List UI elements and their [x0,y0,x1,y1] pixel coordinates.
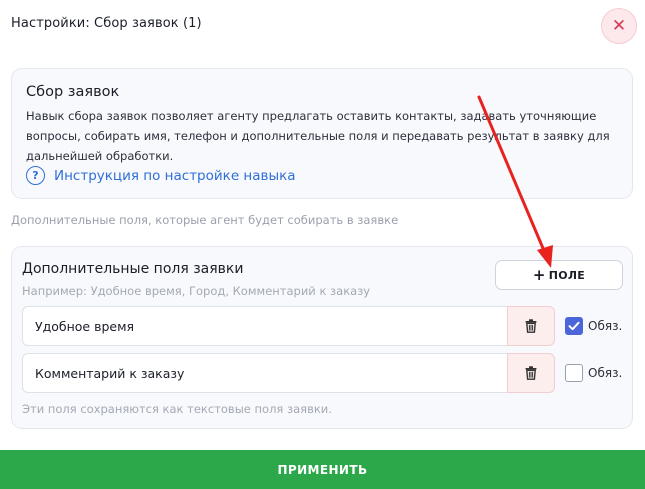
field-row: Удобное время Обяз. [22,306,634,346]
fields-title: Дополнительные поля заявки [22,261,244,277]
required-label: Обяз. [588,366,623,380]
skill-title: Сбор заявок [26,84,120,100]
guide-link-label: Инструкция по настройке навыка [54,167,296,184]
required-label: Обяз. [588,319,623,333]
checkmark-icon [568,321,580,331]
field-input[interactable]: Комментарий к заказу [22,353,508,393]
trash-icon [525,366,537,380]
trash-icon [525,319,537,333]
add-field-button[interactable]: + ПОЛЕ [495,260,623,290]
help-circle-icon: ? [26,166,45,185]
skill-description: Навык сбора заявок позволяет агенту пред… [26,109,610,163]
delete-field-button[interactable] [507,306,555,346]
guide-link[interactable]: ? Инструкция по настройке навыка [26,166,296,185]
extra-fields-card: Дополнительные поля заявки Например: Удо… [11,246,633,429]
field-row: Комментарий к заказу Обяз. [22,353,634,393]
required-toggle[interactable]: Обяз. [565,317,622,335]
delete-field-button[interactable] [507,353,555,393]
dialog-header: Настройки: Сбор заявок (1) ✕ [0,0,645,52]
skill-info-card: Сбор заявок Навык сбора заявок позволяет… [11,68,633,199]
close-button[interactable]: ✕ [601,8,637,44]
plus-icon: + [532,266,546,284]
field-input[interactable]: Удобное время [22,306,508,346]
required-toggle[interactable]: Обяз. [565,364,622,382]
fields-example: Например: Удобное время, Город, Коммента… [22,284,371,298]
required-checkbox[interactable] [565,317,583,335]
fields-hint: Дополнительные поля, которые агент будет… [11,213,399,227]
fields-note: Эти поля сохраняются как текстовые поля … [22,402,332,416]
required-checkbox[interactable] [565,364,583,382]
close-icon: ✕ [611,16,627,36]
apply-button[interactable]: ПРИМЕНИТЬ [0,450,645,489]
dialog-title: Настройки: Сбор заявок (1) [11,16,202,31]
add-field-label: ПОЛЕ [548,268,586,282]
